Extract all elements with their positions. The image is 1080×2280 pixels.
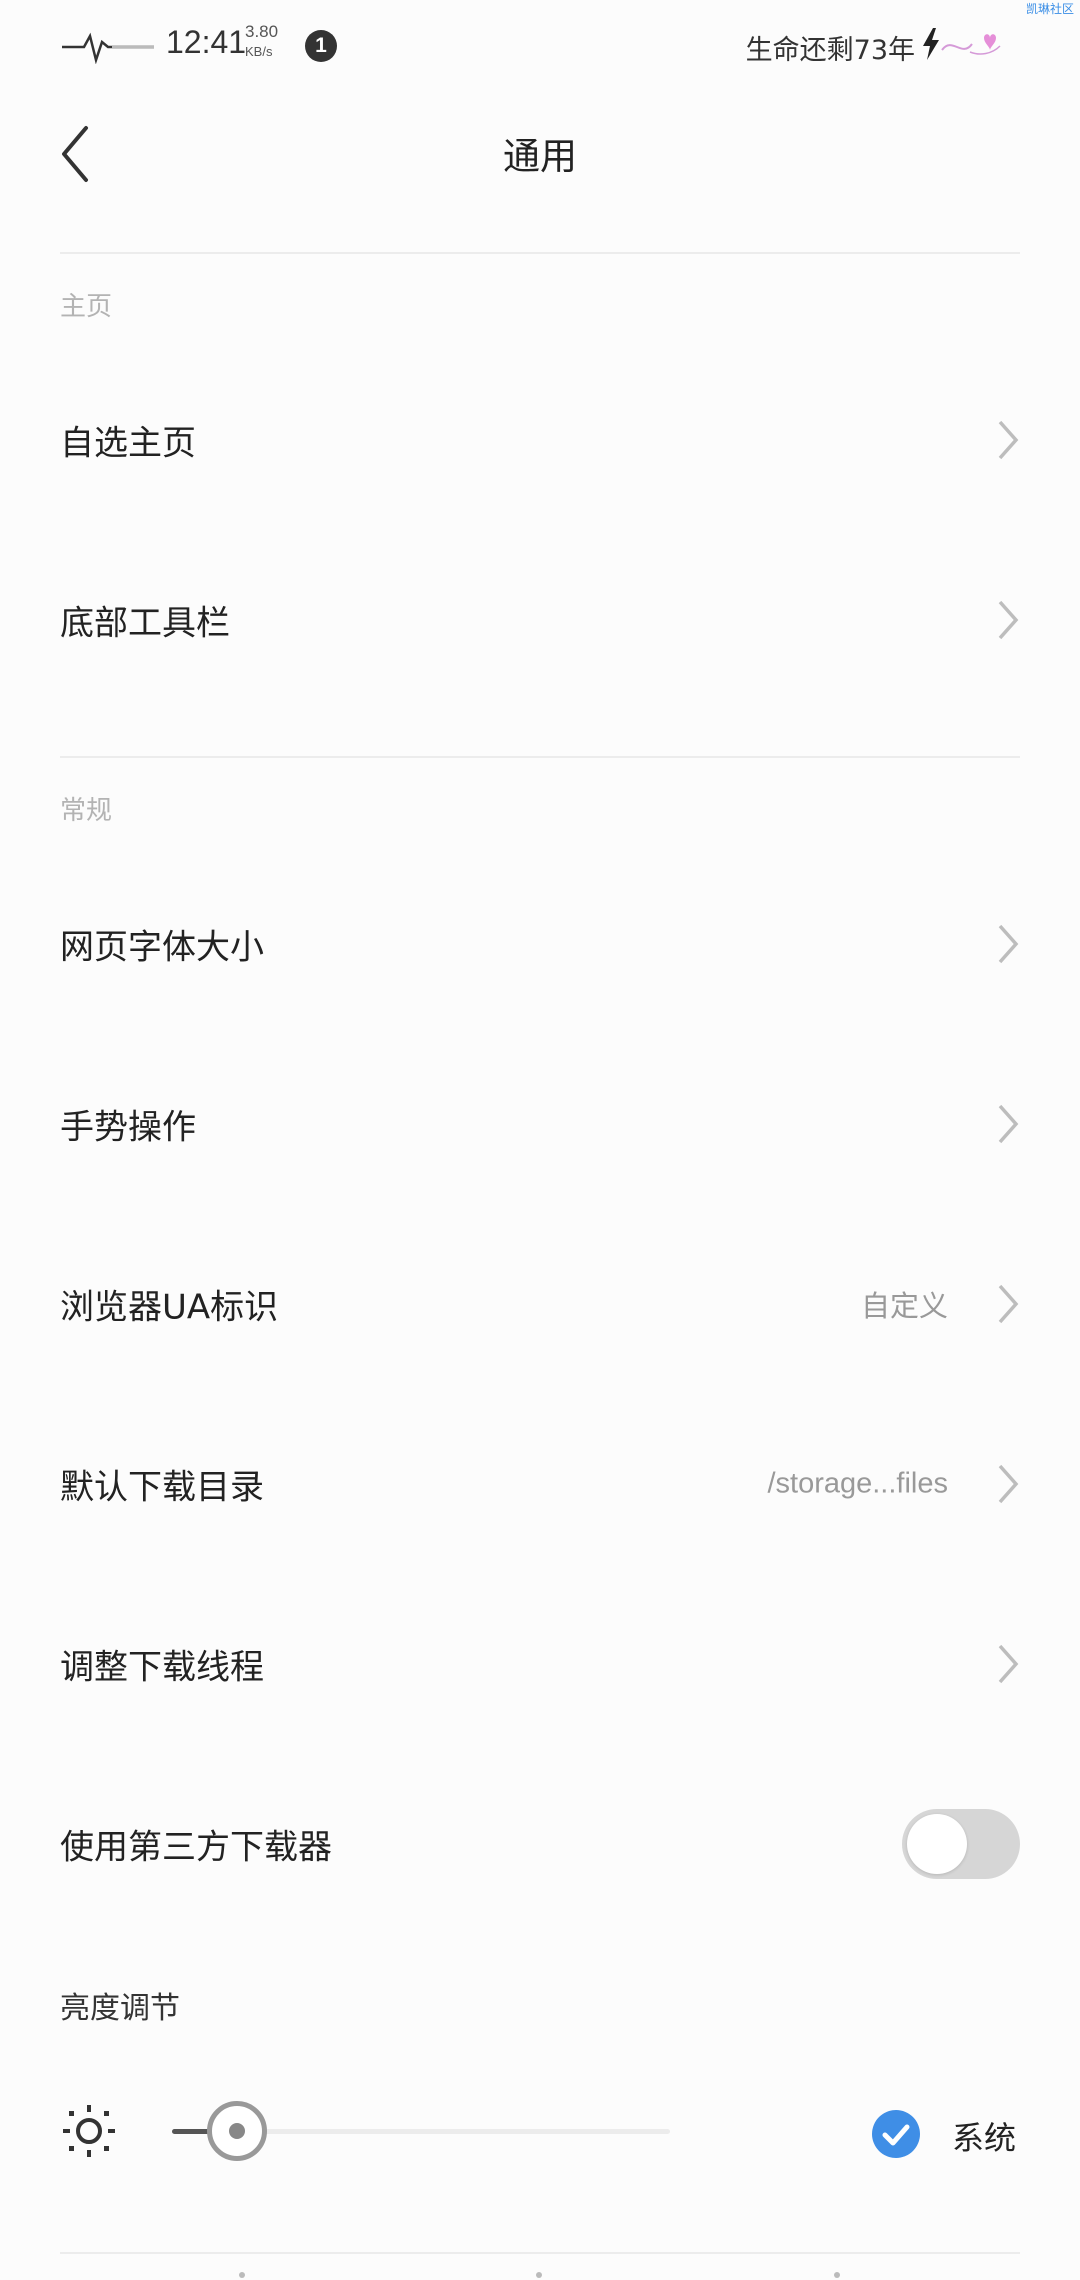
chevron-right-icon xyxy=(998,1464,1019,1504)
web-font-size-label: 网页字体大小 xyxy=(60,927,264,968)
download-directory-value: /storage...files xyxy=(767,1467,948,1500)
status-bar: 12:41 3.80 KB/s 1 生命还剩73年 凯琳社区 xyxy=(0,0,1080,92)
page-indicator-dot xyxy=(834,2272,840,2278)
download-directory-row[interactable]: 默认下载目录 /storage...files xyxy=(0,1394,1080,1574)
chevron-right-icon xyxy=(998,924,1019,964)
page-indicator-dot xyxy=(239,2272,245,2278)
toggle-knob xyxy=(907,1814,967,1874)
section-label-general: 常规 xyxy=(60,796,113,826)
custom-homepage-label: 自选主页 xyxy=(60,423,196,464)
corner-watermark: 凯琳社区 xyxy=(1025,2,1074,16)
slider-thumb[interactable] xyxy=(207,2101,267,2161)
heartbeat-icon xyxy=(62,32,154,64)
section-label-home: 主页 xyxy=(60,292,113,322)
brightness-slider[interactable] xyxy=(172,2101,670,2161)
chevron-right-icon xyxy=(998,1644,1019,1684)
third-party-downloader-label: 使用第三方下载器 xyxy=(60,1827,332,1868)
gesture-operation-label: 手势操作 xyxy=(60,1107,196,1148)
system-brightness-checkbox[interactable] xyxy=(872,2110,920,2158)
checkmark-icon xyxy=(882,2124,910,2146)
life-remaining-text: 生命还剩73年 xyxy=(745,35,915,66)
browser-ua-value: 自定义 xyxy=(860,1291,948,1323)
browser-ua-row[interactable]: 浏览器UA标识 自定义 xyxy=(0,1214,1080,1394)
bottom-toolbar-row[interactable]: 底部工具栏 xyxy=(0,530,1080,710)
system-brightness-label: 系统 xyxy=(952,2119,1017,2157)
notification-badge: 1 xyxy=(305,30,337,62)
network-speed-unit: KB/s xyxy=(245,44,273,59)
settings-page: 12:41 3.80 KB/s 1 生命还剩73年 凯琳社区 通用 主页 自选主… xyxy=(0,0,1080,2280)
chevron-right-icon xyxy=(998,1104,1019,1144)
chevron-right-icon xyxy=(998,600,1019,640)
download-threads-label: 调整下载线程 xyxy=(60,1647,264,1688)
browser-ua-label: 浏览器UA标识 xyxy=(60,1287,279,1328)
network-speed: 3.80 KB/s xyxy=(245,23,293,58)
third-party-downloader-row: 使用第三方下载器 xyxy=(0,1754,1080,1934)
heart-decoration-icon xyxy=(941,34,1001,55)
status-time: 12:41 xyxy=(166,24,247,60)
chevron-right-icon xyxy=(998,420,1019,460)
brightness-label: 亮度调节 xyxy=(60,1991,180,2026)
gesture-operation-row[interactable]: 手势操作 xyxy=(0,1034,1080,1214)
third-party-downloader-toggle[interactable] xyxy=(902,1809,1020,1879)
web-font-size-row[interactable]: 网页字体大小 xyxy=(0,854,1080,1034)
network-speed-value: 3.80 xyxy=(245,22,279,41)
brightness-sun-icon xyxy=(63,2105,115,2157)
charging-bolt-icon xyxy=(923,28,939,60)
custom-homepage-row[interactable]: 自选主页 xyxy=(0,350,1080,530)
chevron-right-icon xyxy=(998,1284,1019,1324)
page-title: 通用 xyxy=(503,135,577,178)
page-indicator-dot xyxy=(536,2272,542,2278)
download-directory-label: 默认下载目录 xyxy=(60,1467,264,1508)
divider xyxy=(60,756,1020,758)
app-bar: 通用 xyxy=(0,92,1080,252)
bottom-toolbar-label: 底部工具栏 xyxy=(60,603,230,644)
download-threads-row[interactable]: 调整下载线程 xyxy=(0,1574,1080,1754)
divider xyxy=(60,252,1020,254)
divider xyxy=(60,2252,1020,2254)
